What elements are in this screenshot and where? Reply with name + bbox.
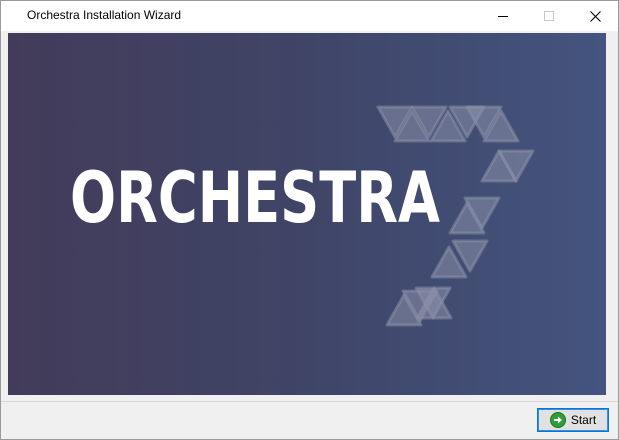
- minimize-icon: [498, 16, 508, 17]
- start-button-label: Start: [570, 413, 597, 427]
- installer-window: Orchestra Installation Wizard ORCHESTRA: [0, 0, 619, 440]
- close-icon: [589, 10, 601, 22]
- maximize-icon: [544, 11, 554, 21]
- banner-artwork: ORCHESTRA: [70, 105, 535, 327]
- window-title: Orchestra Installation Wizard: [27, 8, 182, 22]
- arrow-right-circle-icon: [549, 412, 566, 428]
- title-bar[interactable]: Orchestra Installation Wizard: [1, 1, 618, 31]
- banner-image: ORCHESTRA: [8, 33, 606, 395]
- close-button[interactable]: [572, 1, 618, 31]
- footer-bar: Start: [1, 401, 618, 439]
- start-button[interactable]: Start: [537, 408, 609, 432]
- minimize-button[interactable]: [480, 1, 526, 31]
- maximize-button: [526, 1, 572, 31]
- orchestra-logo-text: ORCHESTRA: [70, 157, 440, 239]
